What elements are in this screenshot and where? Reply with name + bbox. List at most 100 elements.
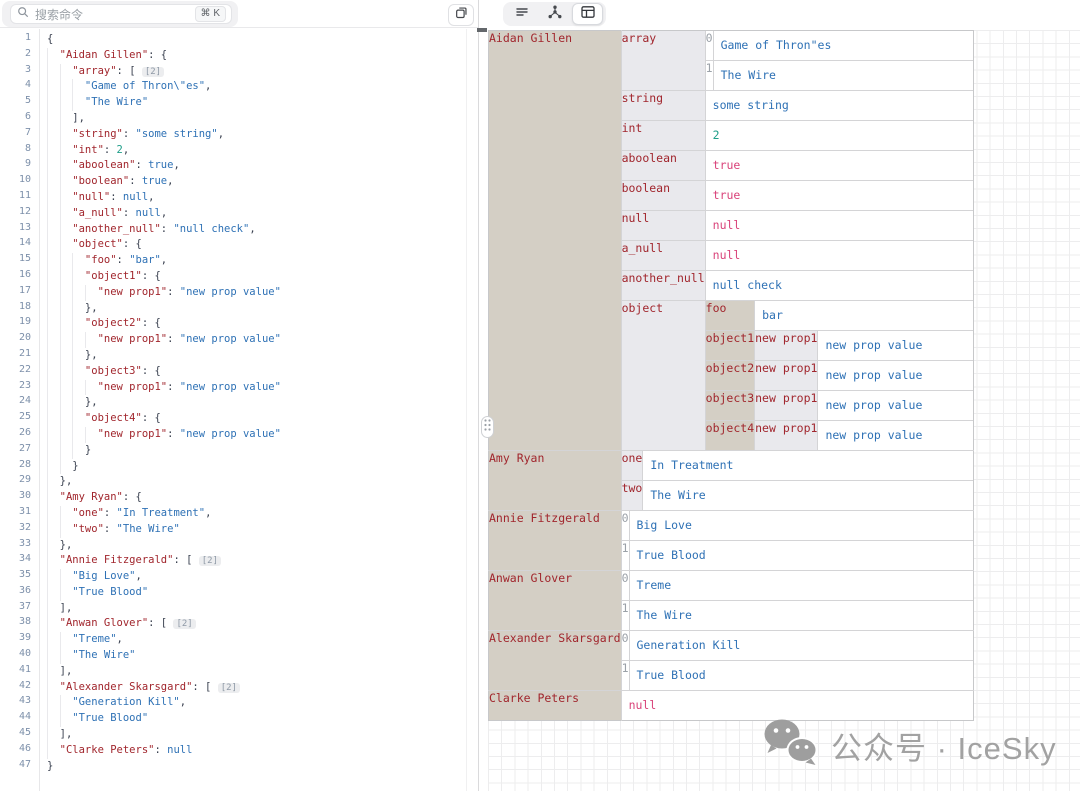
- code-line[interactable]: "another_null": "null check",: [47, 222, 478, 238]
- code-line[interactable]: "The Wire": [47, 95, 478, 111]
- value-cell[interactable]: oneIn TreatmenttwoThe Wire: [621, 451, 973, 511]
- code-line[interactable]: },: [47, 348, 478, 364]
- key-cell[interactable]: new prop1: [755, 331, 818, 360]
- code-line[interactable]: "Alexander Skarsgard": [ [2]: [47, 680, 478, 696]
- value-cell[interactable]: 0Generation Kill1True Blood: [621, 631, 973, 691]
- value-cell[interactable]: some string: [705, 91, 973, 121]
- value-cell[interactable]: bar: [755, 301, 973, 331]
- key-cell[interactable]: Clarke Peters: [489, 691, 622, 721]
- code-line[interactable]: },: [47, 395, 478, 411]
- code-line[interactable]: "Amy Ryan": {: [47, 490, 478, 506]
- code-line[interactable]: ],: [47, 111, 478, 127]
- index-cell[interactable]: 1: [706, 61, 713, 91]
- value-cell[interactable]: null: [705, 211, 973, 241]
- value-cell[interactable]: foobarobject1new prop1new prop valueobje…: [705, 301, 973, 451]
- copy-button[interactable]: [448, 4, 474, 26]
- value-cell[interactable]: The Wire: [643, 481, 973, 511]
- code-editor[interactable]: 1234567891011121314151617181920212223242…: [0, 29, 478, 791]
- value-cell[interactable]: new prop1new prop value: [755, 361, 973, 391]
- code-line[interactable]: }: [47, 459, 478, 475]
- index-cell[interactable]: 0: [706, 31, 713, 61]
- value-cell[interactable]: True Blood: [629, 541, 973, 571]
- code-line[interactable]: "Big Love",: [47, 569, 478, 585]
- value-cell[interactable]: null check: [705, 271, 973, 301]
- code-line[interactable]: }: [47, 443, 478, 459]
- key-cell[interactable]: int: [622, 121, 706, 151]
- table-mode-button[interactable]: [572, 3, 603, 25]
- code-line[interactable]: "Anwan Glover": [ [2]: [47, 616, 478, 632]
- value-cell[interactable]: new prop1new prop value: [755, 331, 973, 361]
- index-cell[interactable]: 1: [622, 661, 629, 691]
- code-line[interactable]: "object2": {: [47, 316, 478, 332]
- key-cell[interactable]: object3: [706, 391, 755, 421]
- code-line[interactable]: "Annie Fitzgerald": [ [2]: [47, 553, 478, 569]
- index-cell[interactable]: 0: [622, 631, 629, 661]
- key-cell[interactable]: Alexander Skarsgard: [489, 631, 622, 691]
- key-cell[interactable]: new prop1: [755, 391, 818, 420]
- key-cell[interactable]: object2: [706, 361, 755, 391]
- value-cell[interactable]: Game of Thron"es: [713, 31, 973, 61]
- code-line[interactable]: },: [47, 301, 478, 317]
- code-line[interactable]: }: [47, 759, 478, 775]
- search-input[interactable]: 搜索命令 ⌘ K: [10, 4, 232, 24]
- value-cell[interactable]: In Treatment: [643, 451, 973, 481]
- value-cell[interactable]: The Wire: [629, 601, 973, 631]
- text-mode-button[interactable]: [506, 3, 537, 25]
- code-line[interactable]: "array": [ [2]: [47, 64, 478, 80]
- key-cell[interactable]: another_null: [622, 271, 706, 301]
- code-line[interactable]: ],: [47, 664, 478, 680]
- key-cell[interactable]: null: [622, 211, 706, 241]
- value-cell[interactable]: 2: [705, 121, 973, 151]
- code-line[interactable]: "True Blood": [47, 711, 478, 727]
- tree-mode-button[interactable]: [539, 3, 570, 25]
- value-cell[interactable]: The Wire: [713, 61, 973, 91]
- code-line[interactable]: "new prop1": "new prop value": [47, 285, 478, 301]
- key-cell[interactable]: object: [622, 301, 706, 451]
- value-cell[interactable]: true: [705, 151, 973, 181]
- code-line[interactable]: ],: [47, 727, 478, 743]
- value-cell[interactable]: True Blood: [629, 661, 973, 691]
- code-line[interactable]: "object1": {: [47, 269, 478, 285]
- code-line[interactable]: "object": {: [47, 237, 478, 253]
- key-cell[interactable]: new prop1: [755, 361, 818, 390]
- code-line[interactable]: "foo": "bar",: [47, 253, 478, 269]
- code-line[interactable]: "Aidan Gillen": {: [47, 48, 478, 64]
- code-line[interactable]: "Generation Kill",: [47, 695, 478, 711]
- value-cell[interactable]: 0Game of Thron"es1The Wire: [705, 31, 973, 91]
- code-line[interactable]: "True Blood": [47, 585, 478, 601]
- value-cell[interactable]: new prop value: [818, 391, 973, 420]
- key-cell[interactable]: aboolean: [622, 151, 706, 181]
- code-line[interactable]: "null": null,: [47, 190, 478, 206]
- code-line[interactable]: "Treme",: [47, 632, 478, 648]
- index-cell[interactable]: 0: [622, 571, 629, 601]
- value-cell[interactable]: 0Treme1The Wire: [621, 571, 973, 631]
- key-cell[interactable]: a_null: [622, 241, 706, 271]
- key-cell[interactable]: foo: [706, 301, 755, 331]
- key-cell[interactable]: Aidan Gillen: [489, 31, 622, 451]
- code-line[interactable]: "new prop1": "new prop value": [47, 332, 478, 348]
- code-line[interactable]: },: [47, 538, 478, 554]
- key-cell[interactable]: array: [622, 31, 706, 91]
- key-cell[interactable]: Anwan Glover: [489, 571, 622, 631]
- value-cell[interactable]: new prop value: [818, 421, 973, 450]
- value-cell[interactable]: true: [705, 181, 973, 211]
- key-cell[interactable]: object1: [706, 331, 755, 361]
- value-cell[interactable]: 0Big Love1True Blood: [621, 511, 973, 571]
- value-cell[interactable]: null: [621, 691, 973, 721]
- code-line[interactable]: ],: [47, 601, 478, 617]
- value-cell[interactable]: Generation Kill: [629, 631, 973, 661]
- value-cell[interactable]: new prop value: [818, 361, 973, 390]
- code-line[interactable]: "object3": {: [47, 364, 478, 380]
- value-cell[interactable]: Big Love: [629, 511, 973, 541]
- code-line[interactable]: "boolean": true,: [47, 174, 478, 190]
- code-line[interactable]: "string": "some string",: [47, 127, 478, 143]
- value-cell[interactable]: array0Game of Thron"es1The Wirestringsom…: [621, 31, 973, 451]
- value-cell[interactable]: new prop1new prop value: [755, 391, 973, 421]
- code-line[interactable]: "new prop1": "new prop value": [47, 427, 478, 443]
- key-cell[interactable]: two: [622, 481, 643, 511]
- code-line[interactable]: "new prop1": "new prop value": [47, 380, 478, 396]
- key-cell[interactable]: boolean: [622, 181, 706, 211]
- code-line[interactable]: "a_null": null,: [47, 206, 478, 222]
- key-cell[interactable]: one: [622, 451, 643, 481]
- key-cell[interactable]: new prop1: [755, 421, 818, 450]
